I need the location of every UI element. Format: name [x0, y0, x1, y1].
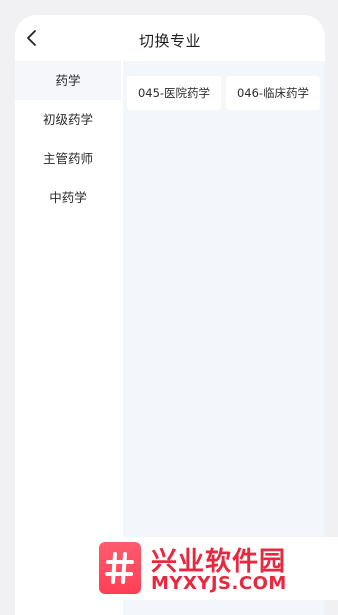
watermark-domain: MYXYJS.COM: [151, 573, 287, 594]
sidebar-item-tcm-pharmacy[interactable]: 中药学: [15, 178, 121, 217]
sidebar-item-junior-pharmacy[interactable]: 初级药学: [15, 100, 121, 139]
sidebar-item-chief-pharmacist[interactable]: 主管药师: [15, 139, 121, 178]
specialty-list: 045-医院药学 046-临床药学: [127, 76, 320, 110]
specialty-card-clinical-pharmacy[interactable]: 046-临床药学: [226, 76, 320, 110]
app-screen: 切换专业 药学 初级药学 主管药师 中药学 045-医院药学 046-临床药学: [15, 15, 325, 615]
specialty-panel: 045-医院药学 046-临床药学: [123, 61, 325, 615]
specialty-card-hospital-pharmacy[interactable]: 045-医院药学: [127, 76, 221, 110]
top-bar: 切换专业: [15, 15, 325, 61]
hash-logo-icon: [99, 542, 141, 594]
category-sidebar: 药学 初级药学 主管药师 中药学: [15, 61, 121, 615]
watermark: 兴业软件园 MYXYJS.COM: [93, 537, 338, 600]
page-title: 切换专业: [138, 32, 201, 50]
sidebar-item-pharmacy[interactable]: 药学: [15, 61, 121, 100]
